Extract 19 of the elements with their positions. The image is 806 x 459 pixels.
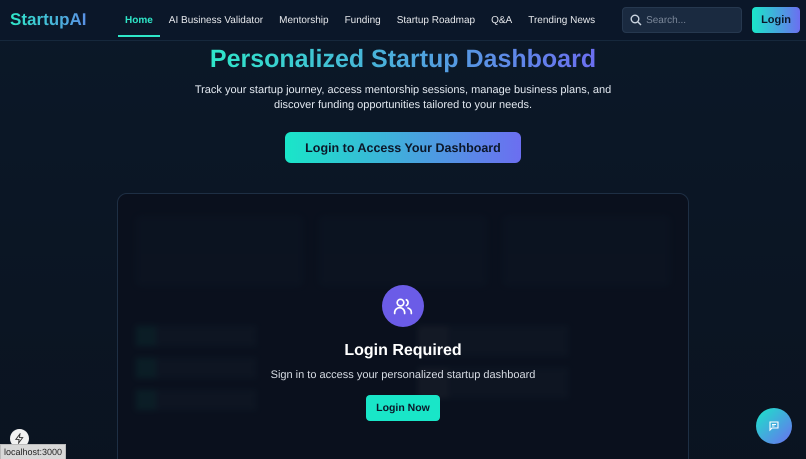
search-icon [630,14,642,26]
hero-subtitle: Track your startup journey, access mentorship sessions, manage business plans, and discover funding opportunities tailored to your needs. [194,83,612,113]
nav-link[interactable]: Mentorship [272,4,336,36]
login-required-title: Login Required [344,342,462,360]
login-button[interactable]: Login [752,7,800,33]
access-dashboard-button[interactable]: Login to Access Your Dashboard [285,132,521,163]
login-now-button[interactable]: Login Now [366,395,440,421]
nav-link[interactable]: AI Business Validator [162,4,270,36]
users-icon [382,285,424,327]
chat-icon [768,420,780,432]
search-field[interactable]: Search... [622,7,742,33]
nav-link[interactable]: Q&A [484,4,520,36]
login-required-message: Sign in to access your personalized startup dashboard [270,369,536,381]
nav-link[interactable]: Home [118,4,160,36]
nav-link[interactable]: Startup Roadmap [390,4,482,36]
nav-link[interactable]: Funding [338,4,388,36]
chat-button[interactable] [756,408,792,444]
nav-link[interactable]: Trending News [521,4,602,36]
status-url: localhost:3000 [0,444,66,459]
